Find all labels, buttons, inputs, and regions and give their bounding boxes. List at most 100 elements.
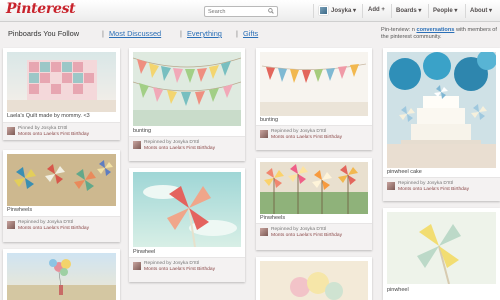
bunting-image <box>133 52 241 126</box>
balloon-girl-image <box>7 259 116 300</box>
pinterview-promo: Pin-terview: n conversations with member… <box>381 27 499 41</box>
tab-separator: | <box>236 29 238 38</box>
pin-image[interactable] <box>387 52 496 168</box>
top-header: Pinterest Josyka ▾ Add + Boards ▾ People… <box>0 0 500 22</box>
boards-menu[interactable]: Boards ▾ <box>396 7 421 14</box>
search-input[interactable] <box>204 6 278 17</box>
nav-divider <box>313 4 314 18</box>
board-link[interactable]: Monts onto Laela's First Birthday <box>398 187 469 192</box>
about-label: About <box>470 8 488 14</box>
pin-attribution-text: Repinned by Josyka D'Ittl Monts onto Lae… <box>144 261 239 273</box>
pinner-avatar[interactable] <box>260 228 268 236</box>
people-label: People <box>433 8 453 14</box>
pin-caption: pinwheel <box>387 287 409 293</box>
search-icon[interactable] <box>268 8 274 14</box>
promo-link[interactable]: conversations <box>416 27 454 33</box>
pin-image[interactable] <box>133 52 241 126</box>
pin-card[interactable]: Pinwheels Repinned by Josyka D'Ittl Mont… <box>256 158 372 250</box>
add-menu[interactable]: Add + <box>368 7 385 13</box>
pinterest-logo[interactable]: Pinterest <box>6 1 76 17</box>
pin-card[interactable]: pinwheel <box>383 208 500 300</box>
nav-divider <box>391 4 392 18</box>
tab-gifts[interactable]: Gifts <box>243 29 258 38</box>
nav-divider <box>428 4 429 18</box>
pin-card[interactable]: Pinwheel Repinned by Josyka D'Ittl Monts… <box>129 168 245 282</box>
pin-caption: bunting <box>133 128 152 134</box>
pinner-name[interactable]: Repinned by Josyka D'Ittl <box>144 261 199 266</box>
pinner-avatar[interactable] <box>7 127 15 135</box>
pinner-name[interactable]: Repinned by Josyka D'Ittl <box>271 227 326 232</box>
pin-image[interactable] <box>260 52 368 116</box>
pin-card[interactable] <box>256 257 372 300</box>
pinner-avatar[interactable] <box>133 262 141 270</box>
pinner-name[interactable]: Pinned by Josyka D'Ittl <box>18 126 67 131</box>
pin-caption: Pinwheel <box>133 249 156 255</box>
nav-divider <box>362 4 363 18</box>
pin-caption: Pinwheels <box>7 207 33 213</box>
pin-image[interactable] <box>133 172 241 247</box>
pinner-name[interactable]: Repinned by Josyka D'Ittl <box>18 220 73 225</box>
pin-card[interactable] <box>3 249 120 300</box>
tab-most-discussed[interactable]: Most Discussed <box>109 29 161 38</box>
tab-pinboards-you-follow[interactable]: Pinboards You Follow <box>8 29 79 38</box>
pin-image[interactable] <box>7 253 116 300</box>
pin-image[interactable] <box>260 162 368 214</box>
pin-caption: pinwheel cake <box>387 169 422 175</box>
pin-attribution: Repinned by Josyka D'Ittl Monts onto Lae… <box>256 125 372 150</box>
pin-card[interactable]: bunting Repinned by Josyka D'Ittl Monts … <box>129 48 245 161</box>
board-link[interactable]: Monts onto Laela's First Birthday <box>271 233 342 238</box>
user-name: Josyka <box>331 8 352 14</box>
pinwheel-cake-image <box>387 52 496 168</box>
pin-attribution-text: Repinned by Josyka D'Ittl Monts onto Lae… <box>398 181 493 193</box>
pin-attribution: Repinned by Josyka D'Ittl Monts onto Lae… <box>3 216 120 242</box>
pin-card[interactable]: Pinwheels Repinned by Josyka D'Ittl Mont… <box>3 150 120 242</box>
pin-image[interactable] <box>387 212 496 284</box>
pinwheels-image <box>7 154 116 206</box>
pin-attribution-text: Repinned by Josyka D'Ittl Monts onto Lae… <box>144 140 239 152</box>
pin-image[interactable] <box>7 154 116 206</box>
tab-everything[interactable]: Everything <box>187 29 222 38</box>
pin-attribution: Repinned by Josyka D'Ittl Monts onto Lae… <box>129 136 245 161</box>
tab-separator: | <box>102 29 104 38</box>
about-menu[interactable]: About ▾ <box>470 7 492 14</box>
pin-caption: Pinwheels <box>260 215 286 221</box>
promo-text: Pin-terview: n <box>381 27 415 33</box>
pinner-avatar[interactable] <box>387 182 395 190</box>
pin-attribution: Repinned by Josyka D'Ittl Monts onto Lae… <box>256 223 372 250</box>
pinner-avatar[interactable] <box>7 221 15 229</box>
user-avatar[interactable] <box>319 6 328 15</box>
board-link[interactable]: Monts onto Laela's First Birthday <box>144 146 215 151</box>
pin-image[interactable] <box>260 261 368 300</box>
pin-attribution: Pinned by Josyka D'Ittl Monts onto Laela… <box>3 122 120 140</box>
pinwheels-garden-image <box>260 162 368 214</box>
pin-card[interactable]: bunting Repinned by Josyka D'Ittl Monts … <box>256 48 372 150</box>
balloons-image <box>260 261 368 300</box>
pin-card[interactable]: pinwheel cake Repinned by Josyka D'Ittl … <box>383 48 500 201</box>
pinner-name[interactable]: Repinned by Josyka D'Ittl <box>398 181 453 186</box>
board-link[interactable]: Monts onto Laela's First Birthday <box>18 132 89 137</box>
people-menu[interactable]: People ▾ <box>433 7 457 14</box>
pin-attribution-text: Repinned by Josyka D'Ittl Monts onto Lae… <box>18 220 118 232</box>
pinner-avatar[interactable] <box>133 141 141 149</box>
pinner-name[interactable]: Repinned by Josyka D'Ittl <box>271 129 326 134</box>
bunting-image <box>260 52 368 116</box>
pin-attribution-text: Repinned by Josyka D'Ittl Monts onto Lae… <box>271 227 366 239</box>
pin-attribution: Repinned by Josyka D'Ittl Monts onto Lae… <box>383 177 500 201</box>
board-link[interactable]: Monts onto Laela's First Birthday <box>144 267 215 272</box>
tab-separator: | <box>180 29 182 38</box>
pinwheel-sky-image <box>133 172 241 247</box>
boards-label: Boards <box>396 8 417 14</box>
user-menu[interactable]: Josyka ▾ <box>331 7 356 14</box>
pinner-name[interactable]: Repinned by Josyka D'Ittl <box>144 140 199 145</box>
board-link[interactable]: Monts onto Laela's First Birthday <box>18 226 89 231</box>
pin-attribution-text: Pinned by Josyka D'Ittl Monts onto Laela… <box>18 126 113 138</box>
pinner-avatar[interactable] <box>260 130 268 138</box>
pin-card[interactable]: Laela's Quilt made by mommy. <3 Pinned b… <box>3 48 120 140</box>
nav-divider <box>465 4 466 18</box>
quilt-image <box>7 60 116 112</box>
pin-caption: Laela's Quilt made by mommy. <3 <box>7 113 90 119</box>
pin-caption: bunting <box>260 117 279 123</box>
board-link[interactable]: Monts onto Laela's First Birthday <box>271 135 342 140</box>
pin-attribution-text: Repinned by Josyka D'Ittl Monts onto Lae… <box>271 129 366 141</box>
pin-image[interactable] <box>7 52 116 112</box>
